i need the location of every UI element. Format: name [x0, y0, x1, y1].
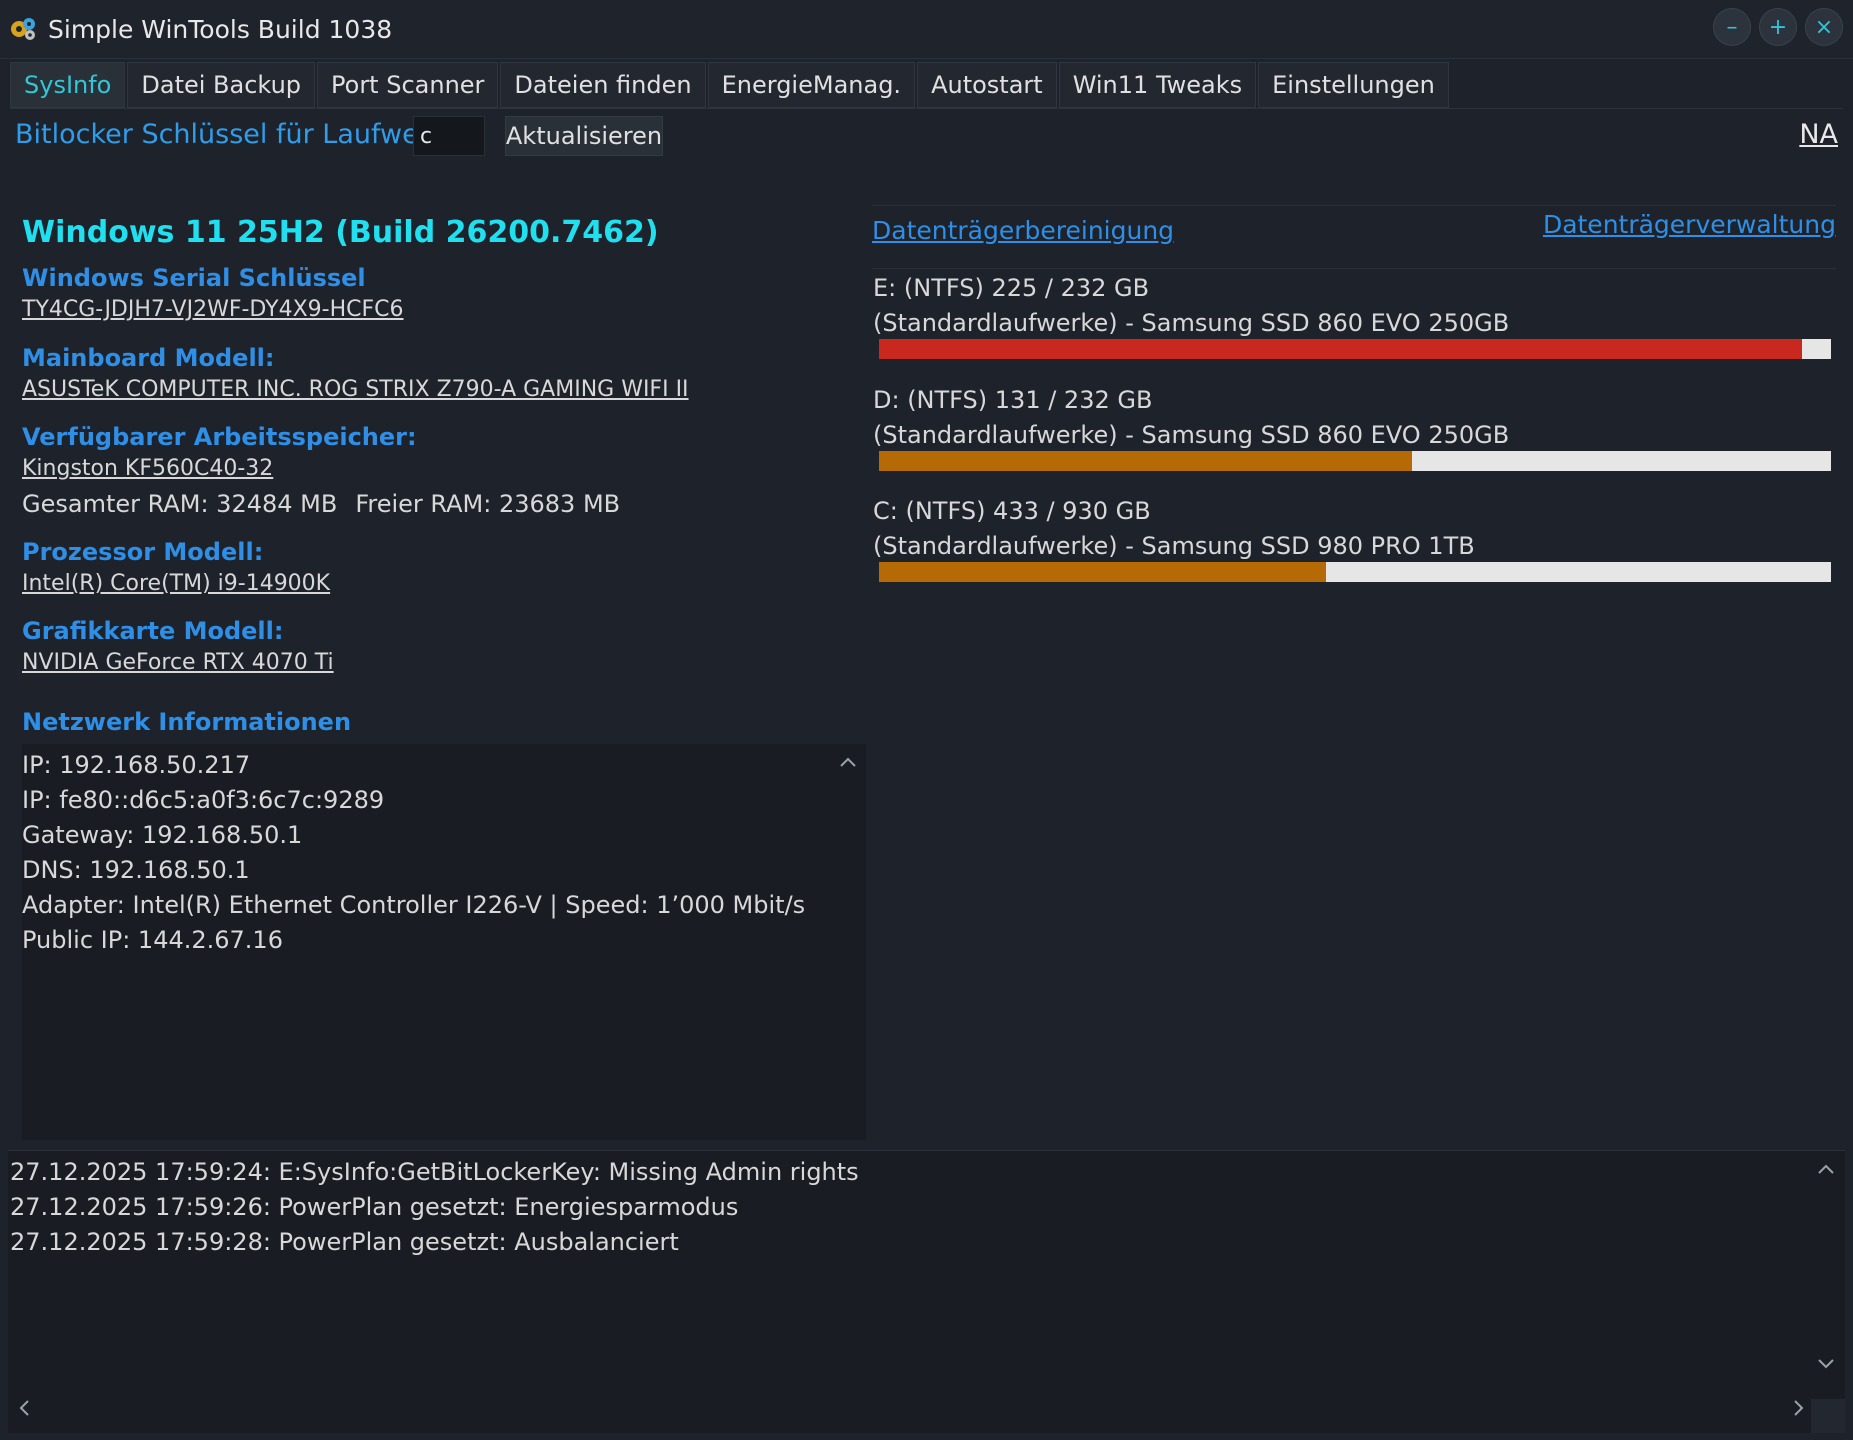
mainboard-label: Mainboard Modell: — [22, 344, 275, 372]
tab-dateien-finden[interactable]: Dateien finden — [500, 62, 706, 108]
network-line: Gateway: 192.168.50.1 — [22, 821, 303, 849]
network-info-box[interactable]: IP: 192.168.50.217 IP: fe80::d6c5:a0f3:6… — [22, 744, 866, 1140]
log-line: 27.12.2025 17:59:24: E:SysInfo:GetBitLoc… — [10, 1158, 859, 1186]
bitlocker-drive-input[interactable] — [413, 116, 485, 156]
drive-links-bar: Datenträgerbereinigung Datenträgerverwal… — [872, 205, 1836, 269]
drive-summary: C: (NTFS) 433 / 930 GB — [873, 497, 1151, 525]
log-line: 27.12.2025 17:59:26: PowerPlan gesetzt: … — [10, 1193, 739, 1221]
refresh-button[interactable]: Aktualisieren — [505, 116, 663, 156]
drive-d: D: (NTFS) 131 / 232 GB (Standardlaufwerk… — [873, 383, 1833, 471]
chevron-down-icon[interactable] — [1817, 1354, 1835, 1375]
minimize-button[interactable]: – — [1713, 8, 1751, 46]
tab-bar: SysInfo Datei Backup Port Scanner Dateie… — [10, 62, 1843, 109]
chevron-right-icon[interactable] — [1793, 1398, 1805, 1423]
chevron-left-icon[interactable] — [18, 1398, 30, 1423]
close-button[interactable]: × — [1805, 8, 1843, 46]
drive-summary: E: (NTFS) 225 / 232 GB — [873, 274, 1150, 302]
tab-energiemanag[interactable]: EnergieManag. — [707, 62, 916, 108]
log-line: 27.12.2025 17:59:28: PowerPlan gesetzt: … — [10, 1228, 679, 1256]
ram-label: Verfügbarer Arbeitsspeicher: — [22, 423, 417, 451]
network-line: Adapter: Intel(R) Ethernet Controller I2… — [22, 891, 806, 919]
tab-einstellungen[interactable]: Einstellungen — [1258, 62, 1449, 108]
bitlocker-key-result[interactable]: NA — [1799, 119, 1838, 150]
network-line: IP: fe80::d6c5:a0f3:6c7c:9289 — [22, 786, 385, 814]
serial-label: Windows Serial Schlüssel — [22, 264, 366, 292]
disk-management-link[interactable]: Datenträgerverwaltung — [1543, 210, 1836, 239]
network-line: Public IP: 144.2.67.16 — [22, 926, 283, 954]
gears-icon — [8, 14, 38, 44]
drive-model: (Standardlaufwerke) - Samsung SSD 860 EV… — [873, 421, 1510, 449]
window-title: Simple WinTools Build 1038 — [48, 14, 393, 44]
drive-usage-fill — [879, 339, 1803, 359]
gpu-label: Grafikkarte Modell: — [22, 617, 284, 645]
bitlocker-label: Bitlocker Schlüssel für Laufwerk: — [15, 119, 455, 150]
drive-usage-bar — [879, 562, 1831, 582]
tab-port-scanner[interactable]: Port Scanner — [317, 62, 499, 108]
drive-c: C: (NTFS) 433 / 930 GB (Standardlaufwerk… — [873, 494, 1833, 582]
disk-cleanup-link[interactable]: Datenträgerbereinigung — [872, 216, 1174, 245]
drive-usage-bar — [879, 339, 1831, 359]
drive-model: (Standardlaufwerke) - Samsung SSD 860 EV… — [873, 309, 1510, 337]
serial-value[interactable]: TY4CG-JDJH7-VJ2WF-DY4X9-HCFC6 — [22, 297, 404, 322]
cpu-value[interactable]: Intel(R) Core(TM) i9-14900K — [22, 571, 330, 596]
cpu-label: Prozessor Modell: — [22, 538, 264, 566]
drive-model: (Standardlaufwerke) - Samsung SSD 980 PR… — [873, 532, 1475, 560]
os-version: Windows 11 25H2 (Build 26200.7462) — [22, 215, 659, 250]
network-line: IP: 192.168.50.217 — [22, 751, 251, 779]
ram-total: Gesamter RAM: 32484 MB — [22, 490, 338, 518]
drive-usage-fill — [879, 562, 1327, 582]
tab-autostart[interactable]: Autostart — [917, 62, 1057, 108]
mainboard-value[interactable]: ASUSTeK COMPUTER INC. ROG STRIX Z790-A G… — [22, 377, 689, 402]
tab-win11-tweaks[interactable]: Win11 Tweaks — [1058, 62, 1257, 108]
drive-summary: D: (NTFS) 131 / 232 GB — [873, 386, 1153, 414]
chevron-up-icon[interactable] — [838, 752, 858, 772]
scrollbar-corner — [1811, 1399, 1845, 1433]
gpu-value[interactable]: NVIDIA GeForce RTX 4070 Ti — [22, 650, 334, 675]
drive-usage-fill — [879, 451, 1413, 471]
title-bar: Simple WinTools Build 1038 – + × — [0, 0, 1853, 59]
tab-datei-backup[interactable]: Datei Backup — [127, 62, 316, 108]
log-panel[interactable]: 27.12.2025 17:59:24: E:SysInfo:GetBitLoc… — [8, 1150, 1845, 1433]
chevron-up-icon[interactable] — [1817, 1159, 1835, 1180]
network-label: Netzwerk Informationen — [22, 708, 352, 736]
tab-sysinfo[interactable]: SysInfo — [10, 62, 126, 108]
ram-value[interactable]: Kingston KF560C40-32 — [22, 456, 273, 481]
ram-free: Freier RAM: 23683 MB — [355, 490, 621, 518]
drive-usage-bar — [879, 451, 1831, 471]
network-line: DNS: 192.168.50.1 — [22, 856, 250, 884]
ram-stats: Gesamter RAM: 32484 MB Freier RAM: 23683 … — [22, 490, 638, 518]
drive-e: E: (NTFS) 225 / 232 GB (Standardlaufwerk… — [873, 271, 1833, 359]
maximize-button[interactable]: + — [1759, 8, 1797, 46]
